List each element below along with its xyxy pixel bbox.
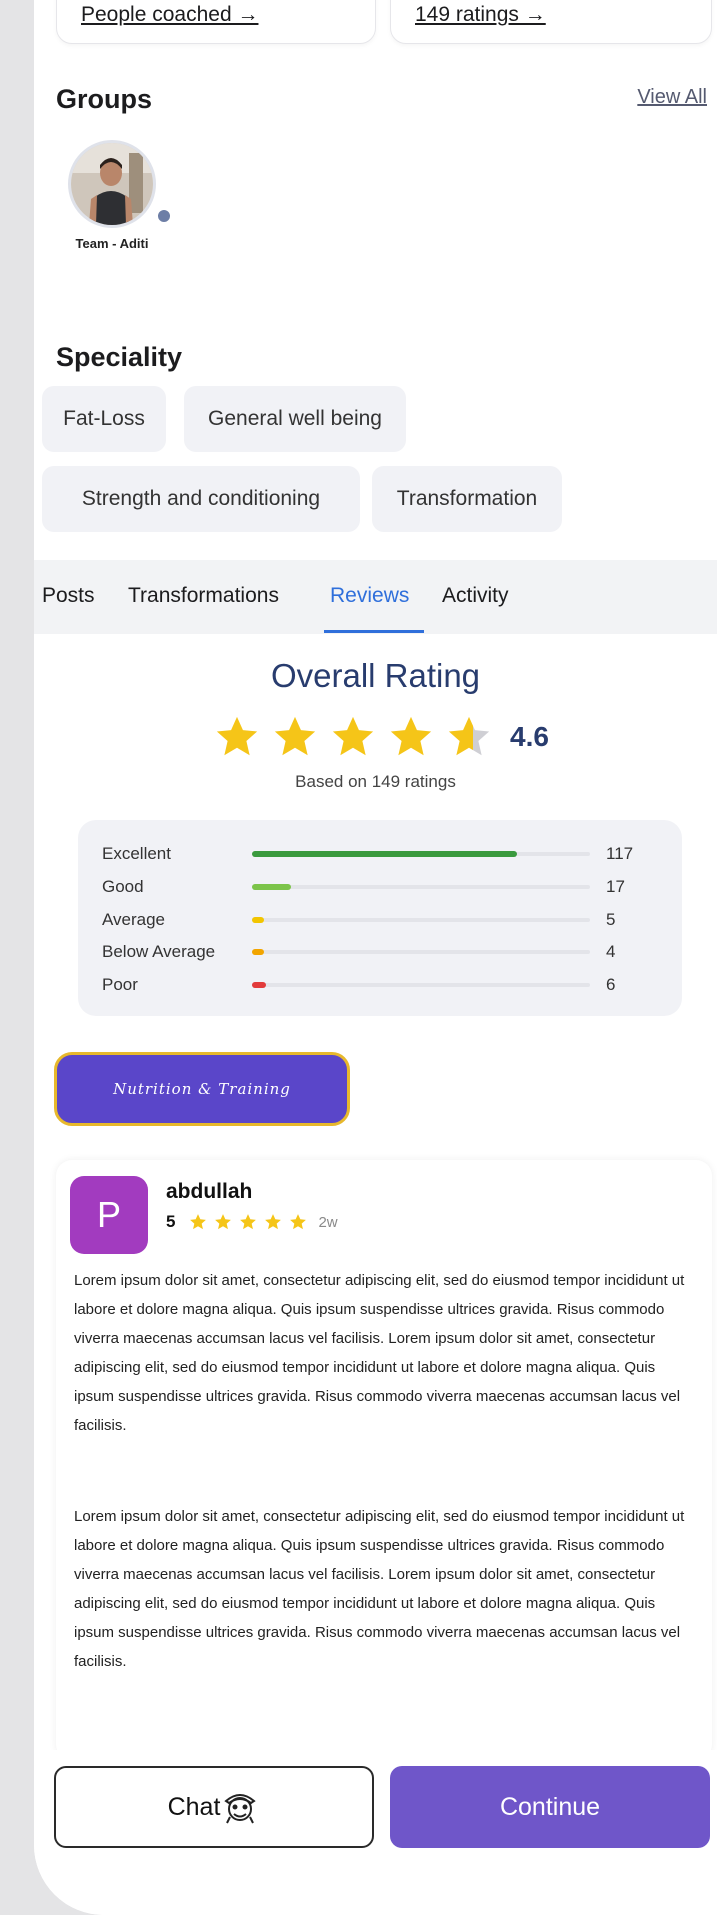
breakdown-count: 5 [606, 910, 616, 929]
half-star-icon [448, 716, 490, 756]
speciality-chip: Transformation [372, 466, 562, 532]
breakdown-row: Below Average 4 [78, 940, 682, 964]
breakdown-track [252, 851, 590, 857]
people-coached-link[interactable]: People coached → [81, 3, 258, 27]
breakdown-label: Good [102, 877, 144, 896]
tab-posts[interactable]: Posts [42, 584, 95, 608]
phone-screen: People coached → 149 ratings → Groups Vi… [34, 0, 717, 1915]
breakdown-fill [252, 982, 266, 988]
breakdown-row: Average 5 [78, 908, 682, 932]
review-paragraph: Lorem ipsum dolor sit amet, consectetur … [74, 1272, 685, 1434]
rating-stars: 4.6 [214, 712, 549, 762]
breakdown-fill [252, 949, 264, 955]
view-all-link[interactable]: View All [637, 86, 707, 109]
ratings-card[interactable]: 149 ratings → [390, 0, 712, 44]
star-icon [215, 1214, 232, 1230]
bottom-action-bar: Chat Continue [34, 1750, 717, 1915]
speciality-chip: Strength and conditioning [42, 466, 360, 532]
breakdown-fill [252, 917, 264, 923]
based-on-text: Based on 149 ratings [295, 772, 456, 791]
review-time: 2w [318, 1213, 338, 1231]
group-label: Team - Aditi [75, 236, 149, 251]
breakdown-label: Poor [102, 975, 138, 994]
active-tab-indicator [324, 630, 424, 633]
group-badge-icon [154, 206, 176, 228]
speciality-title: Speciality [56, 342, 183, 372]
breakdown-count: 6 [606, 975, 616, 994]
star-icon [190, 1214, 207, 1230]
tab-activity[interactable]: Activity [442, 584, 509, 608]
tab-reviews[interactable]: Reviews [330, 584, 409, 608]
groups-title: Groups [56, 84, 153, 114]
rating-breakdown: Excellent 117 Good 17 Average 5 Below Av… [78, 820, 682, 1016]
star-icon [216, 716, 258, 756]
star-icon [390, 716, 432, 756]
breakdown-track [252, 982, 590, 988]
review-score: 5 [166, 1212, 176, 1231]
review-meta: 5 2w [166, 1212, 338, 1232]
nutrition-training-button[interactable]: Nutrition & Training [54, 1052, 350, 1126]
breakdown-fill [252, 884, 291, 890]
chat-label: Chat [167, 1792, 221, 1821]
breakdown-label: Average [102, 910, 166, 929]
reviewer-name: abdullah [166, 1180, 253, 1203]
person-photo-icon [71, 143, 153, 225]
breakdown-count: 17 [606, 877, 625, 896]
breakdown-label: Excellent [102, 844, 171, 863]
review-card: P abdullah 5 2w Lorem ipsum dolor sit am… [56, 1160, 712, 1760]
star-icon [332, 716, 374, 756]
star-icon [274, 716, 316, 756]
breakdown-count: 4 [606, 942, 616, 961]
overall-rating-title: Overall Rating [270, 657, 481, 694]
breakdown-count: 117 [606, 844, 634, 863]
reviewer-avatar: P [70, 1176, 148, 1254]
breakdown-track [252, 917, 590, 923]
chat-mascot-icon [224, 1794, 257, 1824]
breakdown-row: Poor 6 [78, 973, 682, 997]
review-paragraph: Lorem ipsum dolor sit amet, consectetur … [74, 1508, 685, 1670]
breakdown-label: Below Average [102, 942, 216, 961]
breakdown-track [252, 949, 590, 955]
people-coached-card[interactable]: People coached → [56, 0, 376, 44]
breakdown-row: Excellent 117 [78, 842, 682, 866]
star-icon [265, 1214, 282, 1230]
star-icon [290, 1214, 307, 1230]
ratings-link[interactable]: 149 ratings → [415, 3, 546, 27]
chat-button[interactable]: Chat [54, 1766, 374, 1848]
speciality-chip: General well being [184, 386, 406, 452]
rating-value: 4.6 [510, 721, 549, 752]
tab-transformations[interactable]: Transformations [128, 584, 279, 608]
group-item[interactable]: Team - Aditi [62, 140, 176, 251]
speciality-chip: Fat-Loss [42, 386, 166, 452]
star-icon [240, 1214, 257, 1230]
group-avatar [68, 140, 156, 228]
profile-tabs: Posts Transformations Reviews Activity [34, 560, 717, 634]
breakdown-track [252, 884, 590, 890]
breakdown-fill [252, 851, 517, 857]
breakdown-row: Good 17 [78, 875, 682, 899]
continue-button[interactable]: Continue [390, 1766, 710, 1848]
